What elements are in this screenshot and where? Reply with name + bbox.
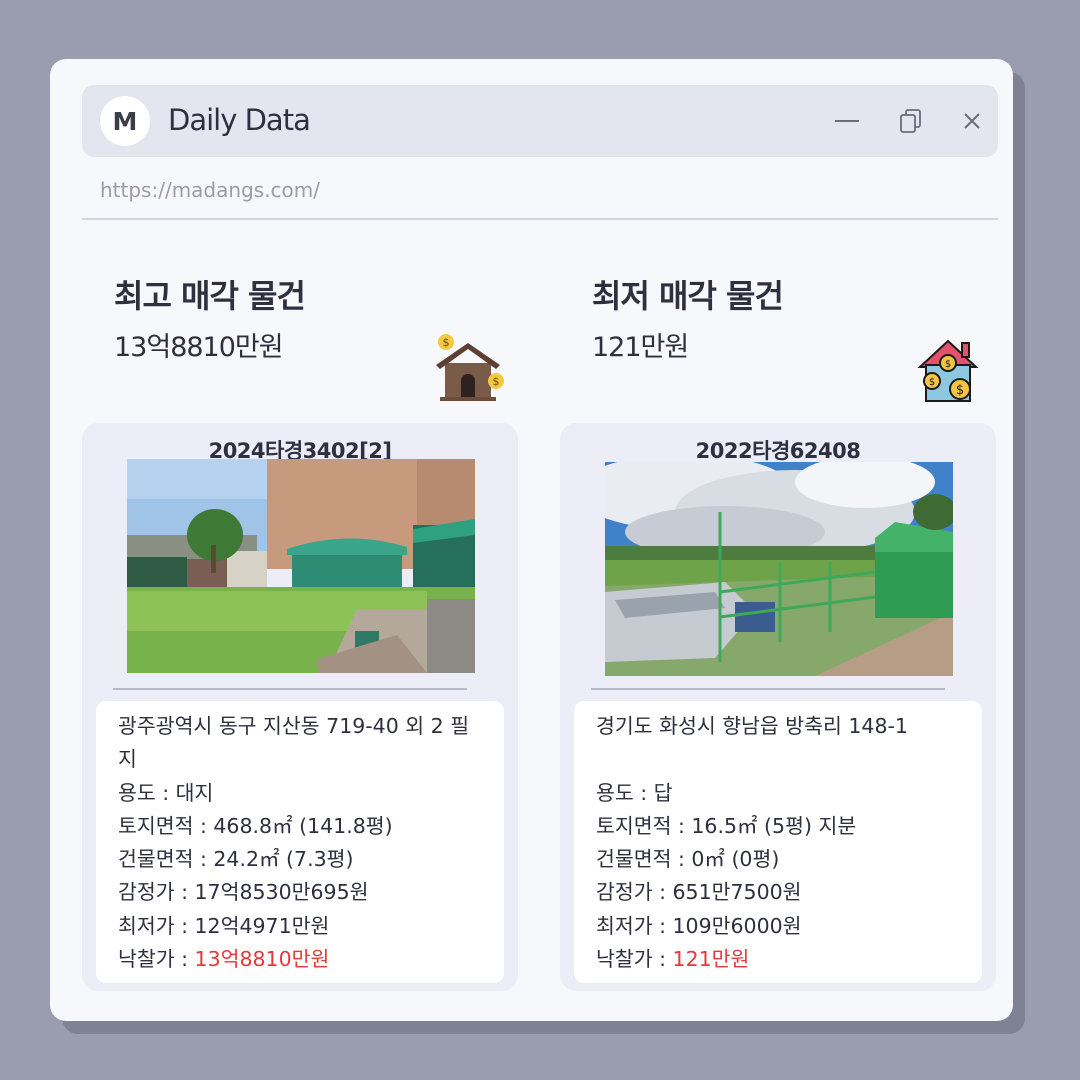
- winning-bid-value: 121만원: [672, 947, 750, 972]
- lowest-sale-price: 121만원: [592, 332, 689, 363]
- minimum-price: 최저가 : 109만6000원: [596, 913, 802, 938]
- divider: [82, 218, 998, 220]
- building-area: 건물면적 : 24.2㎡ (7.3평): [118, 847, 354, 872]
- copy-icon[interactable]: [897, 107, 925, 135]
- title-bar: M Daily Data: [82, 85, 998, 157]
- minimum-price: 최저가 : 12억4971만원: [118, 913, 330, 938]
- minimize-icon[interactable]: [833, 107, 861, 135]
- winning-bid-label: 낙찰가 :: [118, 947, 195, 972]
- url-text[interactable]: https://madangs.com/: [100, 178, 320, 202]
- highest-property-card[interactable]: 2024타경3402[2] 광주광역시 동구 지산동 719-40 외 2 필지…: [82, 423, 518, 991]
- avatar[interactable]: M: [100, 96, 150, 146]
- lowest-property-card[interactable]: 2022타경62408 경기도 화성시 향남읍 방축리 148-1 용도: 답…: [560, 423, 996, 991]
- card-divider: [113, 688, 467, 690]
- property-usage: 용도 : 답: [596, 780, 673, 805]
- appraisal-price: 감정가 : 17억8530만695원: [118, 880, 369, 905]
- house-coins-icon: $ $ $: [916, 337, 980, 409]
- svg-text:$: $: [945, 359, 951, 370]
- property-address: 경기도 화성시 향남읍 방축리 148-1: [596, 714, 908, 738]
- land-area: 토지면적 : 16.5㎡ (5평) 지분: [596, 813, 857, 838]
- highest-sale-price: 13억8810만원: [114, 332, 284, 363]
- land-area: 토지면적 : 468.8㎡ (141.8평): [118, 813, 393, 838]
- app-window: M Daily Data https://madangs.com/ 최고 매각 …: [50, 59, 1013, 1021]
- card-divider: [591, 688, 945, 690]
- case-number[interactable]: 2022타경62408: [560, 435, 996, 465]
- property-address: 광주광역시 동구 지산동 719-40 외 2 필지: [118, 714, 470, 772]
- svg-text:$: $: [443, 336, 450, 349]
- winning-bid-row: 낙찰가 : 13억8810만원: [118, 943, 482, 976]
- winning-bid-label: 낙찰가 :: [596, 947, 673, 972]
- appraisal-price: 감정가 : 651만7500원: [596, 880, 802, 905]
- winning-bid-value: 13억8810만원: [194, 947, 330, 972]
- close-icon[interactable]: [958, 107, 986, 135]
- property-details: 광주광역시 동구 지산동 719-40 외 2 필지 용도 : 대지 토지면적 …: [96, 701, 504, 983]
- property-details: 경기도 화성시 향남읍 방축리 148-1 용도 : 답 토지면적 : 16.5…: [574, 701, 982, 983]
- property-usage: 용도 : 대지: [118, 780, 214, 805]
- svg-text:$: $: [956, 383, 964, 398]
- svg-text:$: $: [493, 375, 500, 388]
- svg-text:$: $: [929, 377, 935, 388]
- app-title: Daily Data: [168, 103, 311, 137]
- property-photo[interactable]: [127, 459, 475, 673]
- property-photo[interactable]: [605, 462, 953, 676]
- house-money-icon: $ $: [432, 333, 504, 409]
- winning-bid-row: 낙찰가 : 121만원: [596, 943, 960, 976]
- highest-sale-heading: 최고 매각 물건: [114, 277, 306, 315]
- lowest-sale-heading: 최저 매각 물건: [592, 277, 784, 315]
- building-area: 건물면적 : 0㎡ (0평): [596, 847, 780, 872]
